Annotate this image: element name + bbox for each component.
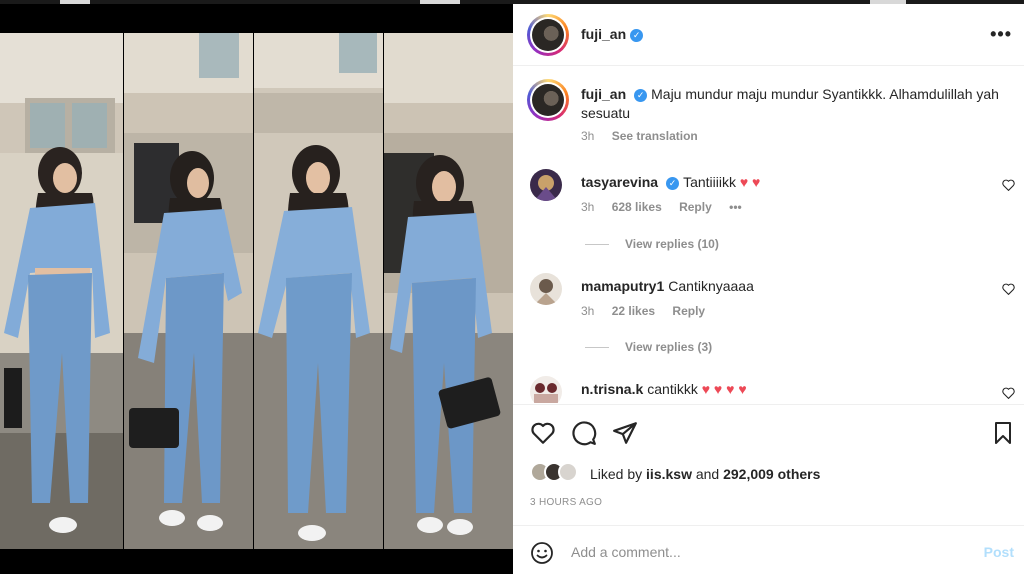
liked-by-text: Liked by iis.ksw and 292,009 others <box>590 466 820 482</box>
like-heart-icon[interactable] <box>530 420 556 446</box>
comment-text: mamaputry1 Cantiknyaaaa <box>581 277 754 296</box>
view-replies-button[interactable]: View replies (3) <box>585 340 712 354</box>
comment-meta: 3h 22 likes Reply <box>581 304 719 318</box>
verified-badge-icon: ✓ <box>630 29 644 42</box>
photo-panel-1 <box>0 33 123 549</box>
comment-text: tasyarevina ✓ Tantiiiikk ♥ ♥ <box>581 173 760 192</box>
see-translation-link[interactable]: See translation <box>612 129 698 143</box>
comment-body: Cantiknyaaaa <box>668 278 754 294</box>
comment-time: 3h <box>581 304 595 318</box>
comment-text: n.trisna.k cantikkk ♥ ♥ ♥ ♥ <box>581 380 747 399</box>
post-header: fuji_an ✓ ••• <box>513 4 1024 66</box>
comment-username[interactable]: n.trisna.k <box>581 381 643 397</box>
like-comment-heart-icon[interactable] <box>1002 387 1015 400</box>
post-timestamp[interactable]: 3 HOURS AGO <box>530 497 602 508</box>
author-avatar[interactable] <box>527 14 569 56</box>
comment-avatar[interactable] <box>530 376 562 403</box>
comment-username[interactable]: tasyarevina <box>581 174 658 190</box>
view-replies-button[interactable]: View replies (10) <box>585 237 719 251</box>
post-actions: Liked by iis.ksw and 292,009 others 3 HO… <box>513 404 1024 524</box>
caption-time: 3h <box>581 129 595 143</box>
comment-avatar[interactable] <box>530 169 562 201</box>
like-comment-heart-icon[interactable] <box>1002 179 1015 192</box>
comment-meta: 3h 628 likes Reply ••• <box>581 200 756 214</box>
caption-username[interactable]: fuji_an <box>581 86 626 102</box>
reply-button[interactable]: Reply <box>672 304 705 318</box>
post-comment-button[interactable]: Post <box>984 544 1014 560</box>
comment-likes[interactable]: 22 likes <box>612 304 655 318</box>
photo-panel-4 <box>384 33 513 549</box>
liked-by-others[interactable]: 292,009 others <box>723 466 820 482</box>
more-options-icon[interactable]: ••• <box>990 24 1012 45</box>
photo-panel-2 <box>124 33 253 549</box>
caption-avatar[interactable] <box>527 79 569 121</box>
emoji-smile-icon[interactable] <box>530 541 554 565</box>
comments-list: fuji_an ✓ Maju mundur maju mundur Syantikk… <box>513 67 1024 403</box>
post-photo[interactable] <box>0 4 513 574</box>
save-bookmark-icon[interactable] <box>991 420 1017 446</box>
add-comment-input[interactable]: Add a comment... <box>571 544 681 560</box>
view-replies-label: View replies (10) <box>625 237 719 251</box>
verified-badge-icon: ✓ <box>634 89 648 102</box>
comment-time: 3h <box>581 200 595 214</box>
caption-meta: 3h See translation <box>581 129 712 143</box>
comment-username[interactable]: mamaputry1 <box>581 278 664 294</box>
liked-by-prefix: Liked by <box>590 466 643 482</box>
liked-by-user[interactable]: iis.ksw <box>646 466 692 482</box>
author-username[interactable]: fuji_an <box>581 26 626 42</box>
red-heart-emoji: ♥ ♥ <box>739 174 761 190</box>
comment-bubble-icon[interactable] <box>571 420 597 446</box>
reply-button[interactable]: Reply <box>679 200 712 214</box>
caption-text: fuji_an ✓ Maju mundur maju mundur Syantikk… <box>581 85 1001 123</box>
comment-likes[interactable]: 628 likes <box>612 200 662 214</box>
like-comment-heart-icon[interactable] <box>1002 283 1015 296</box>
liked-by-and: and <box>695 466 720 482</box>
comment-body: cantikkk <box>647 381 698 397</box>
comment-avatar[interactable] <box>530 273 562 305</box>
red-heart-emoji: ♥ ♥ ♥ ♥ <box>701 381 747 397</box>
author-name-row: fuji_an ✓ <box>581 26 644 44</box>
photo-collage <box>0 33 513 549</box>
share-paper-plane-icon[interactable] <box>612 420 638 446</box>
add-comment-bar: Add a comment... Post <box>513 525 1024 574</box>
comment-body: Tantiiiikk <box>683 174 736 190</box>
view-replies-label: View replies (3) <box>625 340 713 354</box>
post-side-panel: fuji_an ✓ ••• fuji_an ✓ Maju mundur maju mu… <box>513 4 1024 574</box>
liker-avatar <box>558 462 578 482</box>
comment-more-icon[interactable]: ••• <box>729 200 742 214</box>
verified-badge-icon: ✓ <box>666 177 680 190</box>
photo-panel-3 <box>254 33 383 549</box>
